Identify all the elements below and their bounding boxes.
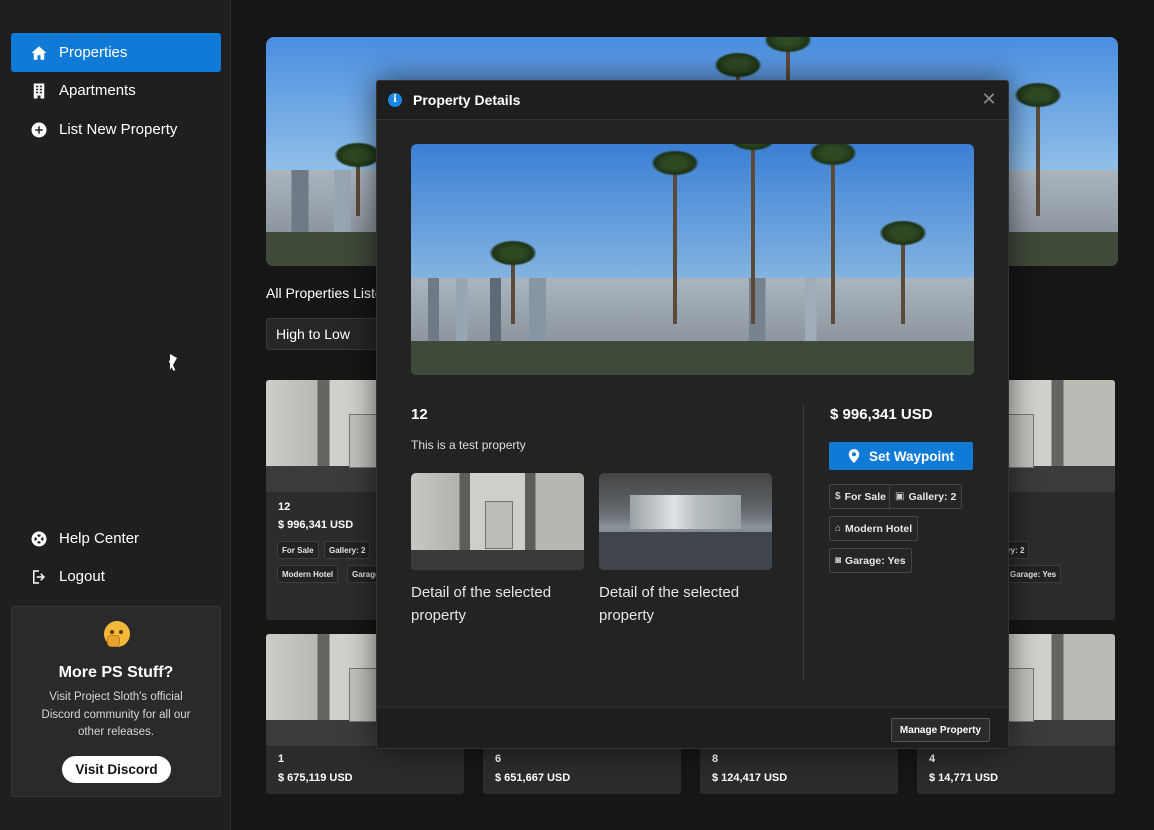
card-price: $ 996,341 USD xyxy=(278,519,354,531)
gallery-badge: Gallery: 2 xyxy=(324,541,371,559)
modal-footer: Manage Property xyxy=(377,707,1008,748)
modal-header: i Property Details ✕ xyxy=(377,81,1008,120)
property-details-modal: i Property Details ✕ 12 This is a test p… xyxy=(376,80,1009,749)
lifebuoy-icon xyxy=(29,529,49,549)
modal-title: Property Details xyxy=(413,92,521,108)
type-badge: Modern Hotel xyxy=(277,565,339,583)
sidebar-item-properties[interactable]: Properties xyxy=(11,33,221,72)
sidebar-item-label: Properties xyxy=(59,44,128,61)
garage-badge: Garage: Yes xyxy=(1005,565,1062,583)
sidebar-item-apartments[interactable]: Apartments xyxy=(11,71,221,110)
visit-discord-button[interactable]: Visit Discord xyxy=(62,756,171,783)
image-icon: ▣ xyxy=(895,491,905,502)
property-main-image xyxy=(411,144,974,375)
home-icon xyxy=(29,43,49,63)
promo-title: More PS Stuff? xyxy=(58,664,174,681)
gallery-thumbnail[interactable] xyxy=(599,473,772,570)
sort-selected-value: High to Low xyxy=(276,326,350,342)
card-number: 4 xyxy=(929,753,936,765)
card-price: $ 124,417 USD xyxy=(712,772,788,784)
card-number: 8 xyxy=(712,753,719,765)
property-name: 12 xyxy=(411,406,428,423)
plus-circle-icon xyxy=(29,120,49,140)
sidebar-item-logout[interactable]: Logout xyxy=(11,557,221,596)
sidebar-item-label: Apartments xyxy=(59,82,136,99)
for-sale-badge: For Sale xyxy=(277,541,319,559)
broken-image-alt-text: Detail of the selected property xyxy=(599,584,740,624)
garage-badge: ◙ Garage: Yes xyxy=(829,548,912,573)
logout-icon xyxy=(29,567,49,587)
sidebar-item-label: Logout xyxy=(59,568,105,585)
sort-select[interactable]: High to Low xyxy=(266,318,386,350)
list-title: All Properties Listed xyxy=(266,285,391,301)
sidebar-item-label: Help Center xyxy=(59,530,140,547)
set-waypoint-button[interactable]: Set Waypoint xyxy=(829,442,973,470)
card-price: $ 651,667 USD xyxy=(495,772,571,784)
type-badge: ⌂ Modern Hotel xyxy=(829,516,919,541)
card-price: $ 675,119 USD xyxy=(278,772,353,784)
building-icon xyxy=(29,81,49,101)
card-number: 1 xyxy=(278,753,285,765)
manage-property-button[interactable]: Manage Property xyxy=(891,718,990,742)
card-price: $ 14,771 USD xyxy=(929,772,999,784)
car-icon: ◙ xyxy=(835,555,842,566)
card-number: 6 xyxy=(495,753,502,765)
property-price: $ 996,341 USD xyxy=(830,406,933,423)
sidebar: Properties Apartments List New Property … xyxy=(0,0,231,830)
info-icon: i xyxy=(388,93,402,107)
thinking-face-icon xyxy=(104,621,130,647)
promo-text: Visit Project Sloth's official Discord c… xyxy=(41,691,191,738)
divider xyxy=(803,404,804,681)
property-description: This is a test property xyxy=(411,438,526,452)
promo-card: More PS Stuff? Visit Project Sloth's off… xyxy=(11,606,221,797)
sidebar-item-list-new-property[interactable]: List New Property xyxy=(11,110,221,149)
sidebar-item-label: List New Property xyxy=(59,121,178,138)
broken-image-alt-text: Detail of the selected property xyxy=(411,584,552,624)
card-number: 12 xyxy=(278,501,291,513)
map-pin-icon xyxy=(848,449,860,463)
gallery-thumbnail[interactable] xyxy=(411,473,584,570)
dollar-icon: $ xyxy=(835,491,841,502)
gallery-badge: ▣ Gallery: 2 xyxy=(889,484,963,509)
close-icon[interactable]: ✕ xyxy=(980,90,998,108)
mouse-cursor-icon xyxy=(170,354,177,370)
for-sale-badge: $ For Sale xyxy=(829,484,892,509)
sidebar-item-help-center[interactable]: Help Center xyxy=(11,519,221,558)
house-icon: ⌂ xyxy=(835,523,842,534)
